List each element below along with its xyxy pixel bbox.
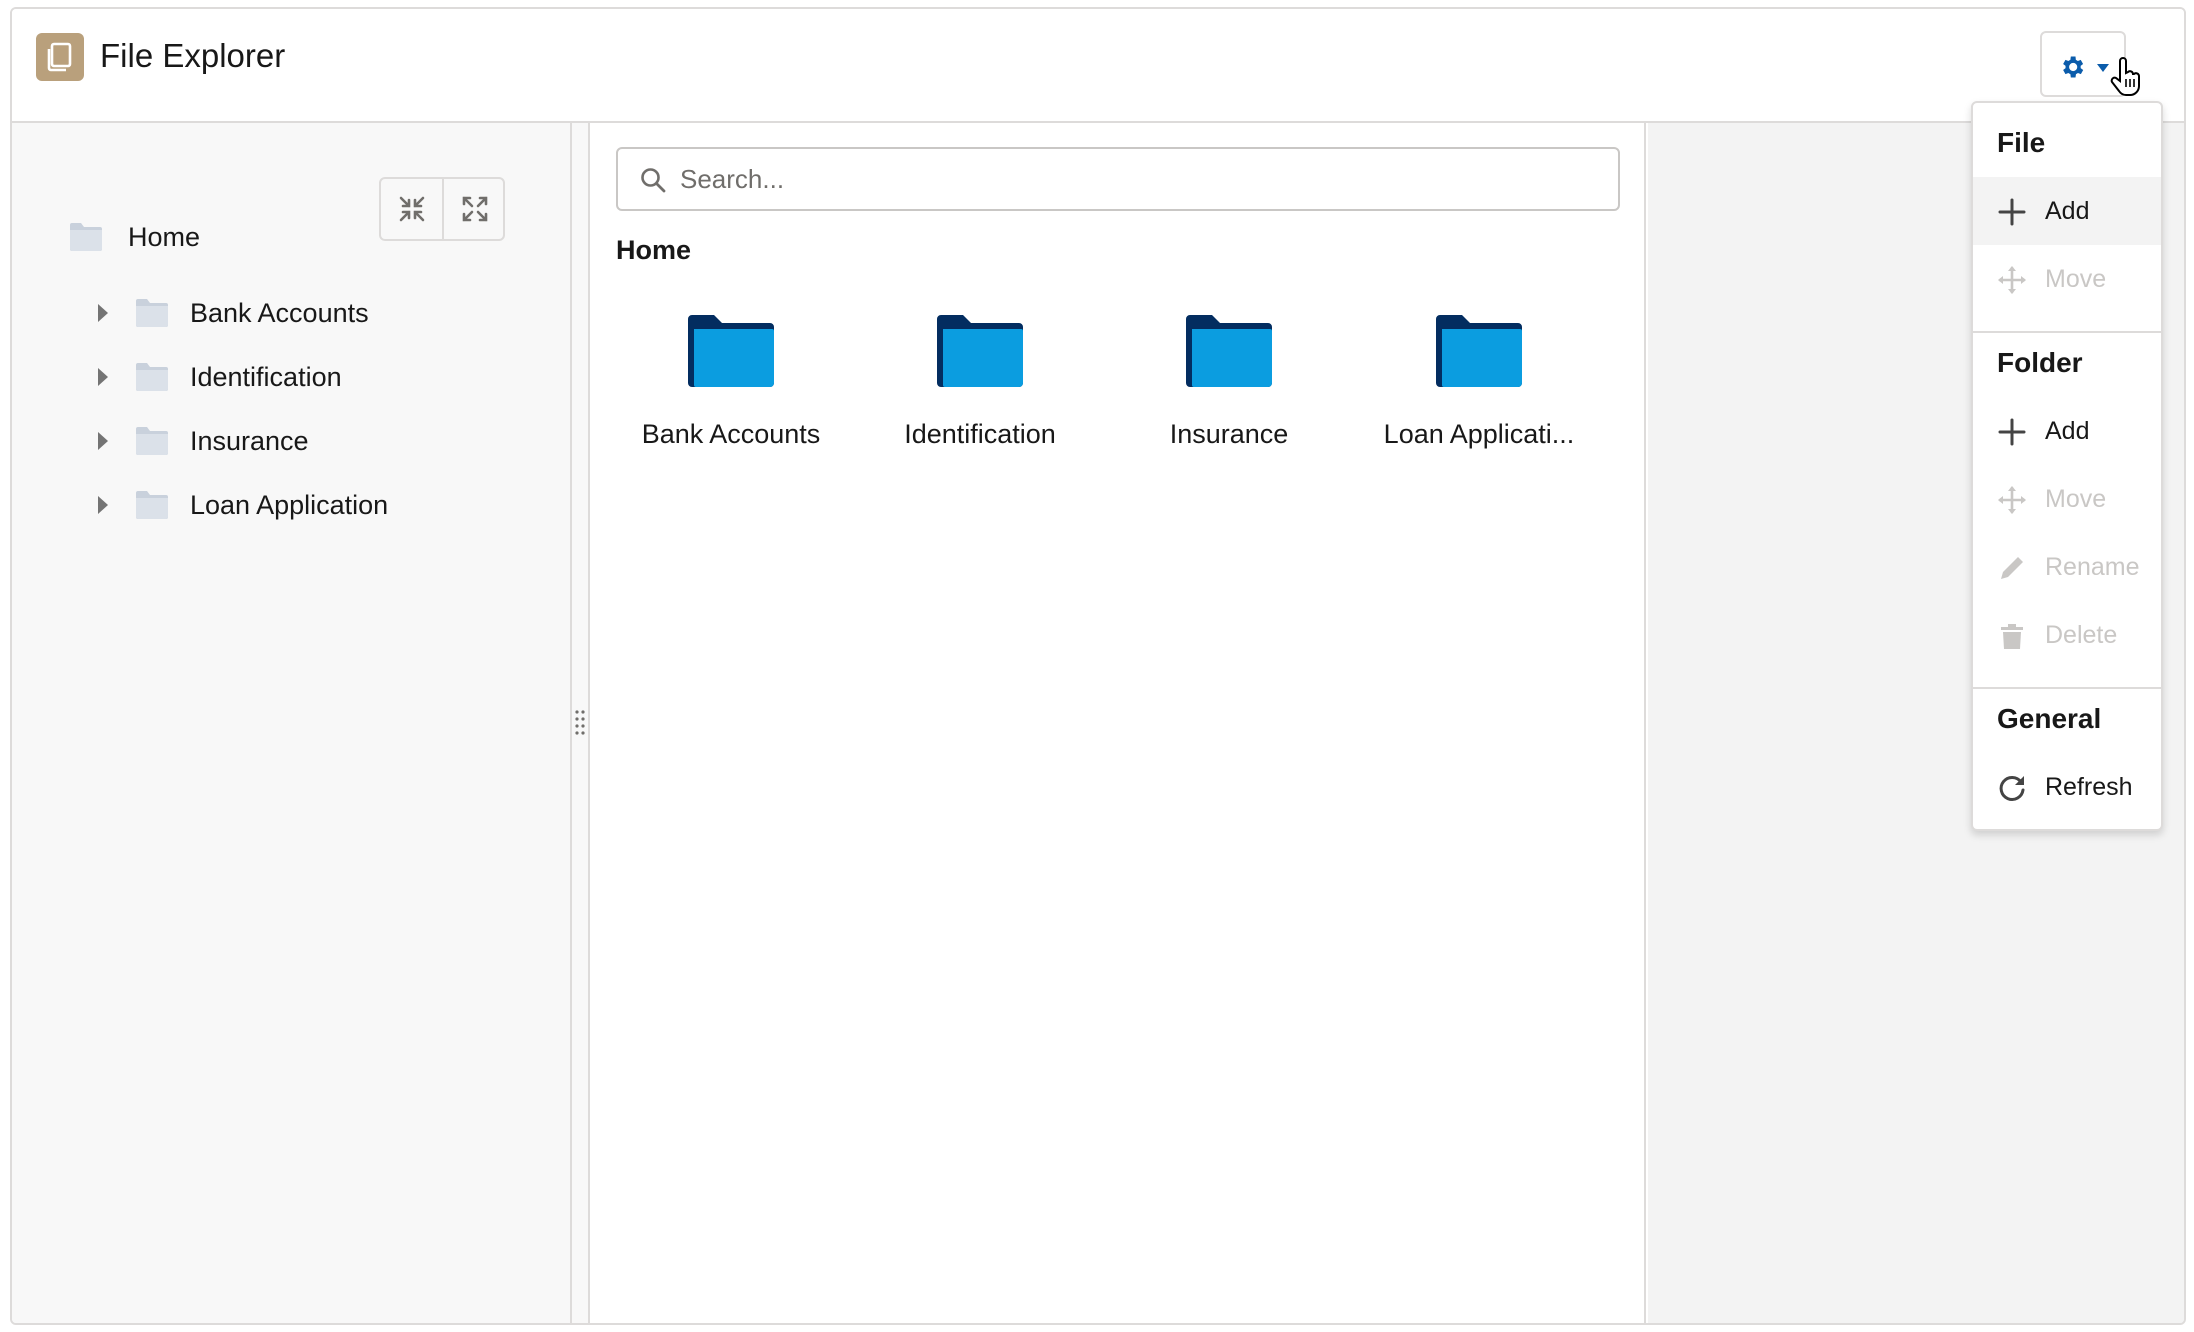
move-icon xyxy=(1998,486,2026,514)
search-box xyxy=(616,147,1620,211)
folder-tile-label: Insurance xyxy=(1169,419,1289,449)
folder-icon xyxy=(136,491,168,519)
folder-icon xyxy=(937,315,1023,387)
menu-item-refresh[interactable]: Refresh xyxy=(1973,753,2161,821)
breadcrumb: Home xyxy=(616,235,692,265)
refresh-icon xyxy=(1999,775,2025,801)
folder-contents-pane: Home Bank Accounts Identification Insura… xyxy=(592,123,1646,1323)
menu-item-file-add[interactable]: Add xyxy=(1973,177,2161,245)
menu-divider xyxy=(1973,331,2161,333)
app-title: File Explorer xyxy=(100,37,286,74)
tree-item-label: Insurance xyxy=(190,425,309,456)
tree-item-insurance[interactable]: Insurance xyxy=(86,419,309,463)
expand-chevron[interactable] xyxy=(86,367,120,387)
folder-icon xyxy=(1436,315,1522,387)
move-icon xyxy=(1998,266,2026,294)
menu-item-file-move[interactable]: Move xyxy=(1973,245,2161,313)
plus-icon xyxy=(1998,418,2026,446)
expand-chevron[interactable] xyxy=(86,495,120,515)
menu-item-label: Rename xyxy=(2045,553,2140,581)
folder-icon xyxy=(70,223,102,251)
tree-toolbar xyxy=(379,177,505,241)
folder-icon xyxy=(1186,315,1272,387)
collapse-icon xyxy=(399,196,425,222)
file-explorer-app-icon xyxy=(36,33,84,81)
menu-divider xyxy=(1973,687,2161,689)
folder-tile-loan-application[interactable]: Loan Applicati... xyxy=(1364,313,1594,463)
chevron-right-icon xyxy=(98,432,108,450)
tree-item-label: Bank Accounts xyxy=(190,297,369,328)
folder-icon xyxy=(136,363,168,391)
menu-item-folder-delete[interactable]: Delete xyxy=(1973,601,2161,669)
tree-item-label: Loan Application xyxy=(190,489,389,520)
menu-section-folder-title: Folder xyxy=(1997,347,2083,378)
tree-item-home[interactable]: Home xyxy=(68,215,200,259)
expand-chevron[interactable] xyxy=(86,303,120,323)
chevron-right-icon xyxy=(98,368,108,386)
folder-tile-insurance[interactable]: Insurance xyxy=(1114,313,1344,463)
collapse-all-button[interactable] xyxy=(381,179,442,239)
tree-item-label: Home xyxy=(128,221,201,252)
expand-icon xyxy=(462,196,488,222)
expand-chevron[interactable] xyxy=(86,431,120,451)
folder-icon xyxy=(688,315,774,387)
menu-section-general-title: General xyxy=(1997,703,2102,734)
folder-tile-identification[interactable]: Identification xyxy=(865,313,1095,463)
search-input[interactable] xyxy=(680,159,1600,199)
chevron-down-icon xyxy=(2097,64,2109,72)
tree-item-bank-accounts[interactable]: Bank Accounts xyxy=(86,291,369,335)
menu-item-label: Delete xyxy=(2045,621,2118,649)
menu-item-folder-add[interactable]: Add xyxy=(1973,397,2161,465)
hand-cursor-icon xyxy=(2110,57,2140,96)
trash-icon xyxy=(2001,624,2023,649)
folder-tile-bank-accounts[interactable]: Bank Accounts xyxy=(616,313,846,463)
menu-item-label: Move xyxy=(2045,265,2107,293)
menu-item-label: Add xyxy=(2045,417,2090,445)
tree-item-identification[interactable]: Identification xyxy=(86,355,342,399)
tree-item-label: Identification xyxy=(190,361,342,392)
folder-icon xyxy=(136,427,168,455)
plus-icon xyxy=(1998,198,2026,226)
gear-icon xyxy=(2063,56,2084,78)
chevron-right-icon xyxy=(98,304,108,322)
menu-section-file-title: File xyxy=(1997,127,2046,158)
tree-item-loan-application[interactable]: Loan Application xyxy=(86,483,388,527)
menu-item-label: Refresh xyxy=(2045,773,2133,801)
app-header: File Explorer xyxy=(12,9,2184,123)
folder-tile-label: Loan Applicati... xyxy=(1383,419,1575,449)
menu-item-folder-move[interactable]: Move xyxy=(1973,465,2161,533)
menu-item-label: Add xyxy=(2045,197,2090,225)
pencil-icon xyxy=(2001,557,2023,579)
menu-item-folder-rename[interactable]: Rename xyxy=(1973,533,2161,601)
folder-tile-label: Identification xyxy=(904,419,1056,449)
drag-grip-icon xyxy=(575,710,585,735)
search-icon xyxy=(641,168,666,193)
folder-tree-sidebar: Home Bank Accounts Identification Insura… xyxy=(12,123,572,1323)
chevron-right-icon xyxy=(98,496,108,514)
settings-dropdown-menu: File Add Move Folder Add Move Rename Del… xyxy=(1971,101,2163,831)
folder-tile-label: Bank Accounts xyxy=(641,419,821,449)
expand-all-button[interactable] xyxy=(441,179,503,239)
pane-resize-handle[interactable] xyxy=(572,123,590,1323)
file-explorer-window: File Explorer Home Bank Accounts Identif… xyxy=(10,7,2186,1325)
menu-item-label: Move xyxy=(2045,485,2107,513)
folder-icon xyxy=(136,299,168,327)
